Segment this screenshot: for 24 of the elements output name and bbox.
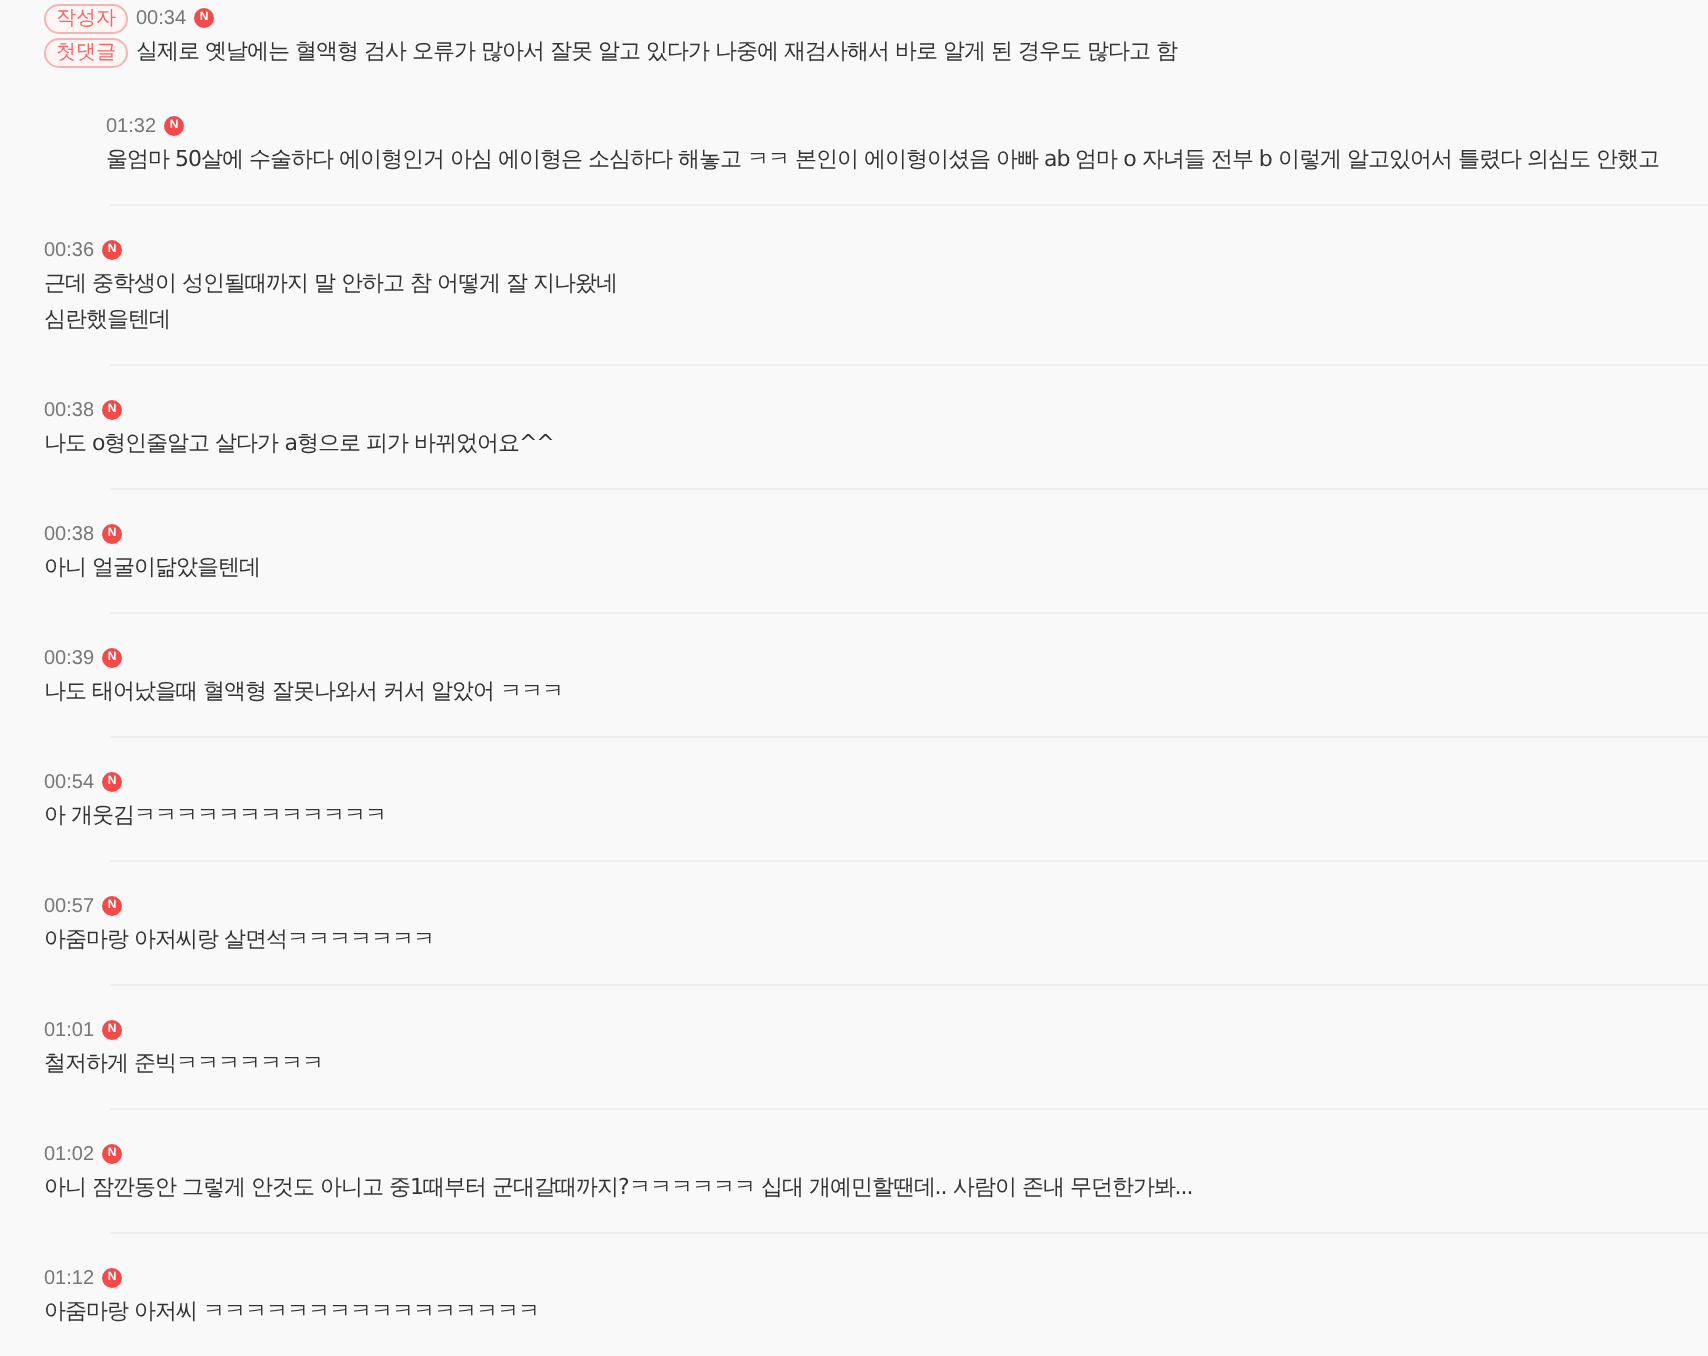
comment-time: 01:01 bbox=[44, 1019, 95, 1041]
comment-time: 00:34 bbox=[136, 7, 187, 29]
comment-time: 01:32 bbox=[106, 115, 157, 137]
comment-text: 아줌마랑 아저씨 ㅋㅋㅋㅋㅋㅋㅋㅋㅋㅋㅋㅋㅋㅋㅋㅋ bbox=[44, 1296, 539, 1328]
comment-text: 아줌마랑 아저씨랑 살면석ㅋㅋㅋㅋㅋㅋㅋ bbox=[44, 924, 434, 956]
comment-time: 00:36 bbox=[44, 239, 95, 261]
comment-time: 00:39 bbox=[44, 647, 95, 669]
comment-text: 아니 잠깐동안 그렇게 안것도 아니고 중1때부터 군대갈때까지?ㅋㅋㅋㅋㅋㅋ 십대 개예민할땐데.. 사람이 존내 무던한가봐... bbox=[44, 1172, 1193, 1204]
comment-text: 근데 중학생이 성인될때까지 말 안하고 참 어떻게 잘 지나왔네 심란했을텐데 bbox=[44, 268, 617, 336]
comment-text: 울엄마 50살에 수술하다 에이형인거 아심 에이형은 소심하다 해놓고 ㅋㅋ 본인이 에이형이셨음 아빠 ab 엄마 o 자녀들 전부 b 이렇게 알고있어서 틀렸다 의심도 안했고 bbox=[106, 144, 1659, 176]
comment-text: 철저하게 준빅ㅋㅋㅋㅋㅋㅋㅋ bbox=[44, 1048, 323, 1080]
author-badge: 작성자 bbox=[44, 3, 128, 33]
comment-time: 01:02 bbox=[44, 1143, 95, 1165]
comment-text: 나도 태어났을때 혈액형 잘못나와서 커서 알았어 ㅋㅋㅋ bbox=[44, 676, 563, 708]
comment-time: 00:38 bbox=[44, 523, 95, 545]
comment-time: 00:38 bbox=[44, 399, 95, 421]
comment-text: 아 개웃김ㅋㅋㅋㅋㅋㅋㅋㅋㅋㅋㅋㅋ bbox=[44, 800, 386, 832]
comment-time: 01:12 bbox=[44, 1267, 95, 1289]
comment-time: 00:57 bbox=[44, 895, 95, 917]
first-comment-badge: 첫댓글 bbox=[44, 37, 128, 67]
comment-text: 실제로 옛날에는 혈액형 검사 오류가 많아서 잘못 알고 있다가 나중에 재검사해서 바로 알게 된 경우도 많다고 함 bbox=[136, 36, 1177, 68]
comment-time: 00:54 bbox=[44, 771, 95, 793]
comment-text: 아니 얼굴이닮았을텐데 bbox=[44, 552, 260, 584]
comment-text: 나도 o형인줄알고 살다가 a형으로 피가 바뀌었어요^^ bbox=[44, 428, 554, 460]
